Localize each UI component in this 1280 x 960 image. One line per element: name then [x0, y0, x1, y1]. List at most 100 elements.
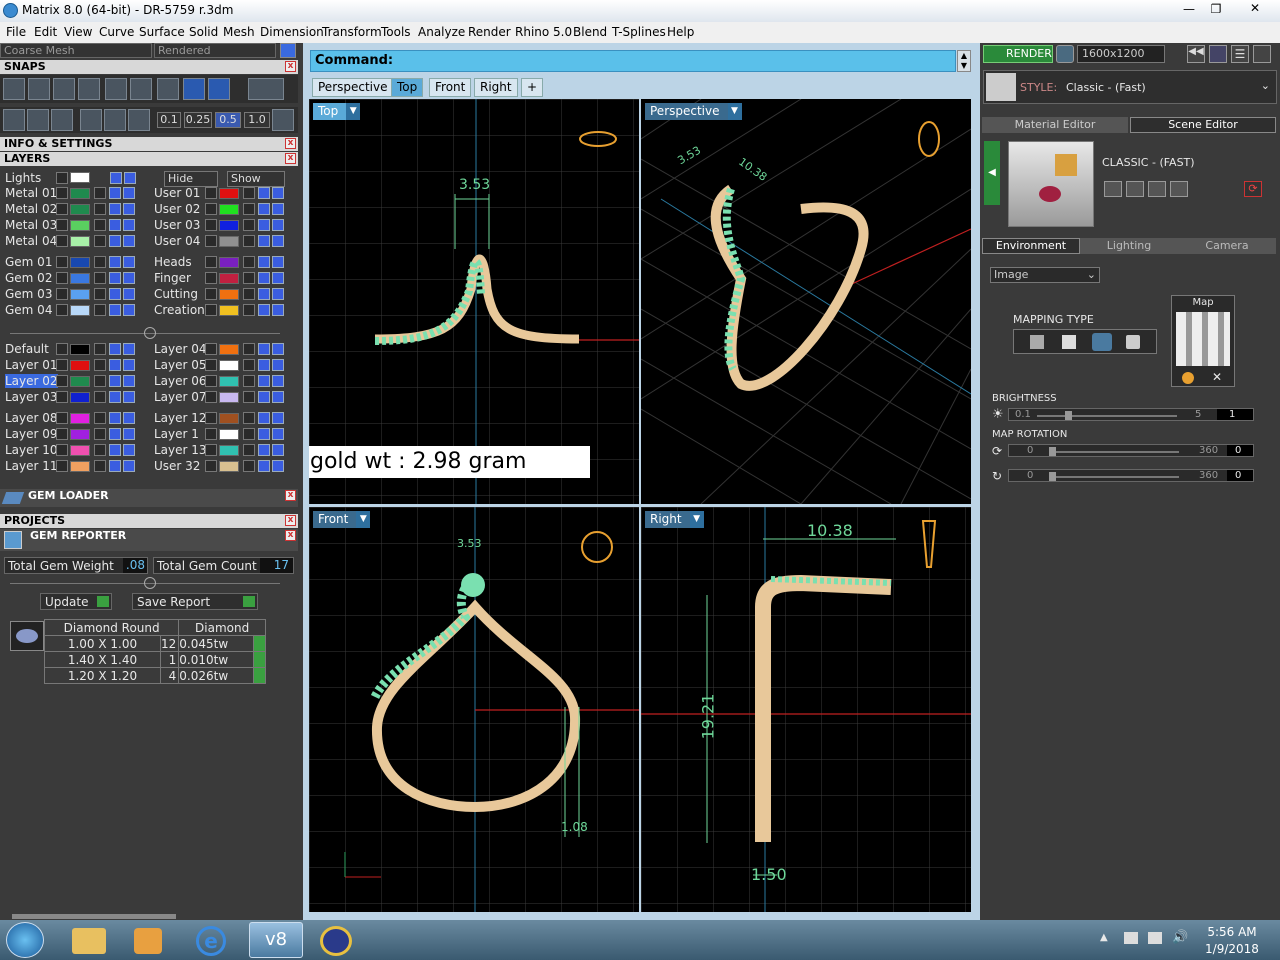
menu-tools[interactable]: Tools [381, 25, 411, 39]
layer-color-swatch[interactable] [219, 413, 239, 424]
layer-visible-toggle[interactable] [258, 359, 270, 371]
save-report-button[interactable]: Save Report [132, 593, 258, 610]
viewport-label-top[interactable]: Top ▼ [313, 103, 361, 120]
layer-visible-toggle[interactable] [258, 343, 270, 355]
grid-value-1[interactable]: 0.25 [184, 112, 212, 128]
snap-knot-icon[interactable] [183, 78, 205, 100]
layer-name[interactable]: Creation [154, 303, 205, 317]
layer-visible-toggle[interactable] [109, 272, 121, 284]
tab-lighting[interactable]: Lighting [1080, 238, 1178, 254]
tab-front[interactable]: Front [429, 78, 472, 97]
tab-top[interactable]: Top [391, 78, 424, 97]
layer-color-swatch[interactable] [219, 236, 239, 247]
layer-color-swatch[interactable] [70, 429, 90, 440]
layer-name[interactable]: User 32 [154, 459, 200, 473]
layer-color-swatch[interactable] [70, 344, 90, 355]
rewind-icon[interactable]: ◀◀ [1187, 45, 1205, 63]
layer-color-swatch[interactable] [219, 305, 239, 316]
layer-name[interactable]: Metal 04 [5, 234, 57, 248]
menu-view[interactable]: View [64, 25, 92, 39]
rotation-slider-1[interactable]: 0 360 0 [1008, 444, 1254, 457]
layer-name[interactable]: Layer 10 [5, 443, 58, 457]
pen-icon[interactable] [51, 109, 73, 131]
layer-expand-icon[interactable] [205, 375, 217, 387]
tab-add[interactable]: + [521, 78, 544, 97]
layer-visible-toggle[interactable] [258, 219, 270, 231]
layer-name[interactable]: Layer 08 [5, 411, 58, 425]
lock-icon[interactable] [243, 460, 255, 472]
layer-expand-icon[interactable] [56, 203, 68, 215]
tab-environment[interactable]: Environment [982, 238, 1080, 254]
layer-name[interactable]: Layer 01 [5, 358, 58, 372]
layer-render-toggle[interactable] [272, 460, 284, 472]
lock-icon[interactable] [94, 428, 106, 440]
brightness-slider[interactable]: 0.1 5 1 [1008, 408, 1254, 421]
lock-icon[interactable] [94, 343, 106, 355]
menu-dimension[interactable]: Dimension [260, 25, 324, 39]
layer-visible-toggle[interactable] [109, 375, 121, 387]
layer-color-swatch[interactable] [219, 344, 239, 355]
layer-render-toggle[interactable] [123, 203, 135, 215]
layer-render-toggle[interactable] [272, 256, 284, 268]
close-icon[interactable]: x [285, 138, 296, 149]
start-button[interactable] [6, 922, 44, 958]
bottom-scrollbar[interactable] [12, 914, 176, 919]
layer-color-swatch[interactable] [70, 461, 90, 472]
tab-material-editor[interactable]: Material Editor [982, 117, 1128, 133]
layer-color-swatch[interactable] [70, 376, 90, 387]
layer-render-toggle[interactable] [272, 304, 284, 316]
viewport-front[interactable]: Front ▼ 3.53 1.08 [309, 507, 639, 912]
lock-icon[interactable] [243, 444, 255, 456]
play-icon[interactable] [253, 667, 266, 684]
collapse-icon[interactable] [144, 577, 156, 589]
layer-name[interactable]: Layer 11 [5, 459, 58, 473]
show-button[interactable]: Show [227, 171, 285, 187]
slider-thumb[interactable] [1049, 447, 1056, 456]
layer-name[interactable]: Gem 04 [5, 303, 52, 317]
layer-color-swatch[interactable] [70, 273, 90, 284]
layer-render-toggle[interactable] [123, 304, 135, 316]
style-select[interactable]: STYLE: Classic - (Fast) ⌄ [983, 70, 1277, 104]
layer-name[interactable]: User 04 [154, 234, 200, 248]
layer-visible-toggle[interactable] [109, 359, 121, 371]
menu-render[interactable]: Render [468, 25, 511, 39]
layer-expand-icon[interactable] [56, 359, 68, 371]
lock-icon[interactable] [94, 460, 106, 472]
viewport-label-perspective[interactable]: Perspective ▼ [645, 103, 742, 120]
menu-file[interactable]: File [6, 25, 26, 39]
lock-icon[interactable] [243, 235, 255, 247]
menu-analyze[interactable]: Analyze [418, 25, 465, 39]
layer-render-toggle[interactable] [272, 219, 284, 231]
layer-expand-icon[interactable] [205, 187, 217, 199]
save-as-icon[interactable] [1126, 181, 1144, 197]
layers-header[interactable]: LAYERS x [0, 152, 298, 166]
menu-transform[interactable]: Transform [322, 25, 382, 39]
hide-button[interactable]: Hide [164, 171, 218, 187]
lights-expand-icon[interactable] [56, 172, 68, 184]
tab-scene-editor[interactable]: Scene Editor [1130, 117, 1276, 133]
rotation-value[interactable]: 0 [1227, 445, 1253, 456]
layer-visible-toggle[interactable] [258, 391, 270, 403]
layer-render-toggle[interactable] [123, 272, 135, 284]
save-icon[interactable] [1104, 181, 1122, 197]
layer-expand-icon[interactable] [56, 272, 68, 284]
scene-expand-icon[interactable]: ◀ [984, 141, 1000, 205]
command-scroll[interactable]: ▲ ▼ [957, 50, 971, 72]
gumball-icon[interactable] [128, 109, 150, 131]
layer-expand-icon[interactable] [205, 304, 217, 316]
lock-icon[interactable] [243, 359, 255, 371]
layer-color-swatch[interactable] [219, 376, 239, 387]
layer-name[interactable]: Metal 03 [5, 218, 57, 232]
layer-render-toggle[interactable] [272, 428, 284, 440]
maximize-button[interactable]: ❐ [1207, 2, 1225, 18]
layer-name[interactable]: User 03 [154, 218, 200, 232]
layer-expand-icon[interactable] [205, 288, 217, 300]
layer-render-toggle[interactable] [123, 219, 135, 231]
layer-render-toggle[interactable] [272, 359, 284, 371]
layer-visible-toggle[interactable] [109, 235, 121, 247]
lock-icon[interactable] [94, 235, 106, 247]
brightness-value[interactable]: 1 [1217, 409, 1253, 420]
tab-right[interactable]: Right [474, 78, 518, 97]
layer-name[interactable]: Layer 02 [5, 374, 58, 388]
layer-expand-icon[interactable] [205, 391, 217, 403]
